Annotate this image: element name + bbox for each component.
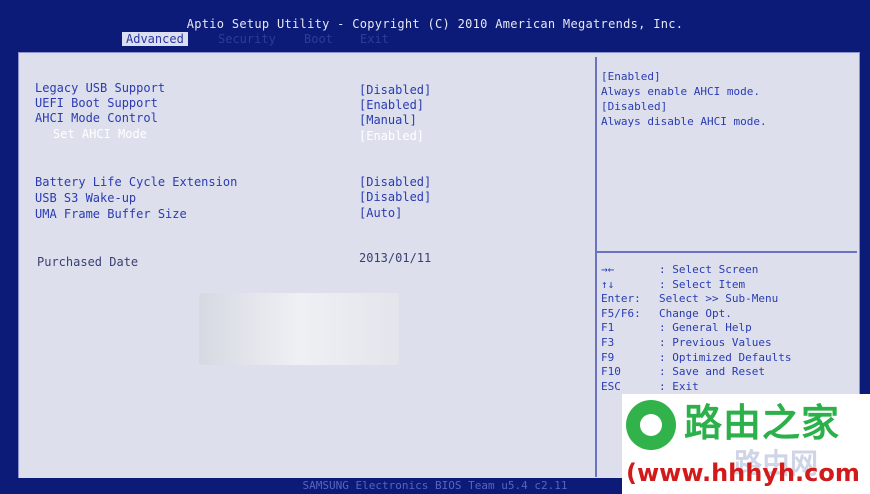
panel-divider-horizontal: [597, 251, 857, 253]
key-desc: : Select Screen: [659, 263, 759, 276]
setting-uefi-boot-support[interactable]: UEFI Boot Support: [35, 96, 158, 110]
key-desc: : Select Item: [659, 277, 746, 291]
setting-legacy-usb-support[interactable]: Legacy USB Support: [35, 81, 165, 95]
setting-set-ahci-mode[interactable]: Set AHCI Mode: [53, 127, 147, 141]
setting-uma-frame-buffer-size[interactable]: UMA Frame Buffer Size: [35, 207, 187, 221]
key-desc: : Save and Reset: [659, 365, 765, 379]
help-line-2: Always enable AHCI mode.: [601, 85, 760, 98]
key-desc: : General Help: [659, 321, 752, 335]
help-line-4: Always disable AHCI mode.: [601, 115, 767, 128]
help-line-1: [Enabled]: [601, 70, 661, 83]
value-ahci-mode-control[interactable]: [Manual]: [359, 113, 417, 127]
key-row: F3 : Previous Values: [601, 336, 791, 351]
key-desc: : Optimized Defaults: [659, 350, 792, 364]
setting-ahci-mode-control[interactable]: AHCI Mode Control: [35, 111, 158, 125]
key-row: F9 : Optimized Defaults: [601, 351, 791, 366]
value-uma-frame-buffer-size[interactable]: [Auto]: [359, 206, 402, 220]
key-label: F5/F6:: [601, 306, 641, 320]
key-desc: : Exit: [659, 379, 699, 393]
key-desc: Select >> Sub-Menu: [659, 292, 779, 306]
menu-bar: Advanced Security Boot Exit: [0, 32, 870, 46]
key-desc: : Previous Values: [659, 335, 772, 349]
key-row: F10 : Save and Reset: [601, 365, 791, 380]
value-battery-life-cycle-extension[interactable]: [Disabled]: [359, 175, 431, 189]
key-row: ↑↓ : Select Item: [601, 278, 791, 293]
help-line-3: [Disabled]: [601, 100, 668, 113]
key-row: →← : Select Screen: [601, 263, 791, 278]
key-row: Enter: Select >> Sub-Menu: [601, 292, 791, 307]
tab-security[interactable]: Security: [214, 32, 280, 46]
key-row: ESC : Exit: [601, 380, 791, 395]
key-label: →←: [601, 263, 615, 276]
value-set-ahci-mode[interactable]: [Enabled]: [359, 129, 424, 143]
blurred-region: [199, 293, 399, 365]
tab-boot[interactable]: Boot: [300, 32, 337, 46]
key-row: F5/F6: Change Opt.: [601, 307, 791, 322]
key-label: Enter:: [601, 292, 641, 306]
value-uefi-boot-support[interactable]: [Enabled]: [359, 98, 424, 112]
panel-divider-vertical: [595, 57, 597, 477]
key-label: F10: [601, 365, 621, 379]
tab-advanced[interactable]: Advanced: [122, 32, 188, 46]
tab-exit[interactable]: Exit: [356, 32, 393, 46]
setting-battery-life-cycle-extension[interactable]: Battery Life Cycle Extension: [35, 175, 237, 189]
router-logo-icon: [626, 400, 676, 450]
watermark: 路由网 路由之家 (www.hhhyh.com: [622, 394, 870, 494]
value-legacy-usb-support[interactable]: [Disabled]: [359, 83, 431, 97]
bios-title: Aptio Setup Utility - Copyright (C) 2010…: [186, 17, 684, 31]
key-legend: →← : Select Screen ↑↓ : Select Item Enter:…: [601, 263, 791, 394]
key-label: ESC: [601, 379, 621, 393]
value-purchased-date: 2013/01/11: [359, 251, 432, 265]
key-label: F3: [601, 335, 615, 349]
watermark-url: (www.hhhyh.com: [626, 459, 860, 487]
setting-usb-s3-wake-up[interactable]: USB S3 Wake-up: [35, 191, 136, 205]
key-label: F9: [601, 350, 615, 364]
value-usb-s3-wake-up[interactable]: [Disabled]: [359, 190, 431, 204]
setting-purchased-date: Purchased Date: [37, 255, 139, 269]
watermark-name: 路由之家: [684, 401, 841, 445]
key-label: F1: [601, 321, 615, 335]
key-row: F1 : General Help: [601, 321, 791, 336]
key-desc: Change Opt.: [659, 306, 732, 320]
key-label: ↑↓: [601, 277, 615, 291]
